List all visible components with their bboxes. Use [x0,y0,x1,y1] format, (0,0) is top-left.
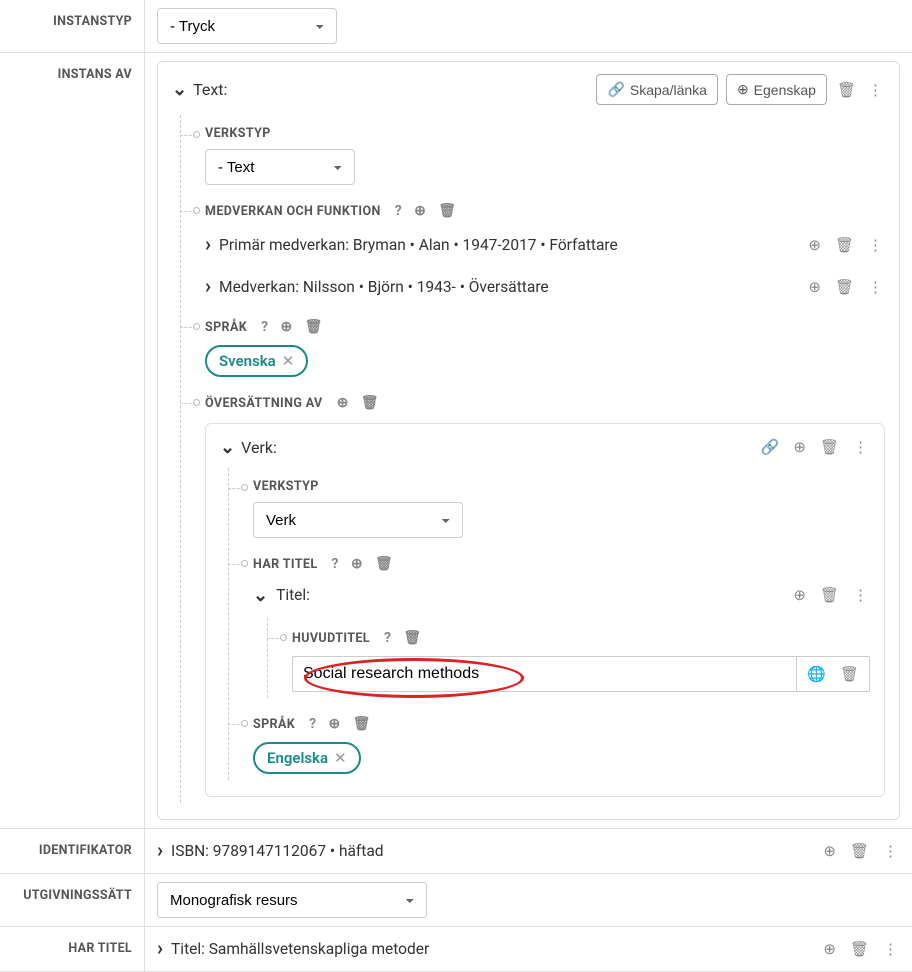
link-icon: 🔗 [607,81,624,98]
section-sprak: SPRÅK ? ⊕ 🗑 [205,317,325,337]
panel-title-text: Text: [193,80,227,99]
plus-icon[interactable]: ⊕ [806,234,823,256]
globe-icon[interactable]: 🌐 [805,663,828,685]
chevron-down-icon[interactable] [253,585,268,606]
field-label-utgivningssatt: UTGIVNINGSSÄTT [0,874,145,926]
section-huvudtitel: HUVUDTITEL ? 🗑 [292,628,424,648]
verk-verkstyp-select[interactable]: Verk [253,502,463,538]
plus-icon[interactable]: ⊕ [806,276,823,298]
section-medverkan: MEDVERKAN OCH FUNKTION ? ⊕ 🗑 [205,201,458,221]
huvudtitel-input[interactable] [292,656,797,692]
plus-icon[interactable]: ⊕ [349,554,365,574]
section-oversattning: ÖVERSÄTTNING AV ⊕ 🗑 [205,393,381,413]
plus-icon[interactable]: ⊕ [821,840,838,862]
trash-icon[interactable]: 🗑 [848,840,871,862]
link-icon[interactable]: 🔗 [759,436,782,458]
more-icon[interactable]: ⋮ [866,276,885,298]
trash-icon[interactable]: 🗑 [351,714,373,734]
plus-icon[interactable]: ⊕ [791,436,808,458]
section-hartitel-nested: HAR TITEL ? ⊕ 🗑 [253,554,395,574]
more-icon[interactable]: ⋮ [866,234,885,256]
help-icon[interactable]: ? [393,201,404,221]
help-icon[interactable]: ? [382,628,393,648]
plus-circle-icon: ⊕ [737,81,749,98]
trash-icon[interactable]: 🗑 [833,276,856,298]
chevron-down-icon[interactable] [172,79,187,100]
section-sprak-nested: SPRÅK ? ⊕ 🗑 [253,714,373,734]
plus-icon[interactable]: ⊕ [326,714,342,734]
plus-icon[interactable]: ⊕ [412,201,428,221]
help-icon[interactable]: ? [330,554,341,574]
language-pill-svenska[interactable]: Svenska ✕ [205,345,308,377]
more-icon[interactable]: ⋮ [851,584,870,606]
hartitel-line[interactable]: Titel: Samhällsvetenskapliga metoder [171,940,429,958]
trash-icon[interactable]: 🗑 [303,317,325,337]
trash-icon[interactable]: 🗑 [848,938,871,960]
trash-icon[interactable]: 🗑 [835,79,858,101]
instansav-panel: Text: 🔗 Skapa/länka ⊕ Egenskap 🗑 ⋮ [157,61,900,820]
utgivningssatt-select[interactable]: Monografisk resurs [157,882,427,918]
help-icon[interactable]: ? [259,317,270,337]
trash-icon[interactable]: 🗑 [401,628,423,648]
plus-icon[interactable]: ⊕ [278,317,294,337]
egenskap-button[interactable]: ⊕ Egenskap [726,74,827,105]
plus-icon[interactable]: ⊕ [791,584,808,606]
help-icon[interactable]: ? [307,714,318,734]
verk-title: Verk: [241,438,277,457]
skapa-lanka-button[interactable]: 🔗 Skapa/länka [596,74,718,105]
plus-icon[interactable]: ⊕ [821,938,838,960]
field-label-identifikator: IDENTIFIKATOR [0,829,145,873]
trash-icon[interactable]: 🗑 [833,234,856,256]
language-pill-engelska[interactable]: Engelska ✕ [253,742,361,774]
more-icon[interactable]: ⋮ [881,938,900,960]
primar-medverkan-line[interactable]: Primär medverkan: Bryman • Alan • 1947-2… [219,236,618,254]
trash-icon[interactable]: 🗑 [436,201,458,221]
trash-icon[interactable]: 🗑 [373,554,395,574]
chevron-right-icon[interactable] [157,937,163,961]
field-label-instanstyp: INSTANSTYP [0,0,145,52]
more-icon[interactable]: ⋮ [881,840,900,862]
plus-icon[interactable]: ⊕ [335,393,351,413]
field-label-hartitel: HAR TITEL [0,927,145,971]
trash-icon[interactable]: 🗑 [838,663,861,685]
more-icon[interactable]: ⋮ [851,436,870,458]
trash-icon[interactable]: 🗑 [818,584,841,606]
section-verkstyp-nested: VERKSTYP [253,479,319,494]
verk-panel: Verk: 🔗 ⊕ 🗑 ⋮ [205,423,885,797]
more-icon[interactable]: ⋮ [866,79,885,101]
remove-pill-icon[interactable]: ✕ [282,352,295,370]
field-label-instansav: INSTANS AV [0,53,145,828]
section-verkstyp: VERKSTYP [205,126,271,141]
medverkan-line[interactable]: Medverkan: Nilsson • Björn • 1943- • Öve… [219,278,549,296]
chevron-right-icon[interactable] [205,233,211,257]
instanstyp-select[interactable]: - Tryck [157,8,337,44]
remove-pill-icon[interactable]: ✕ [334,749,347,767]
trash-icon[interactable]: 🗑 [818,436,841,458]
identifikator-line[interactable]: ISBN: 9789147112067 • häftad [171,842,384,860]
trash-icon[interactable]: 🗑 [359,393,381,413]
chevron-right-icon[interactable] [205,275,211,299]
titel-line: Titel: [276,586,310,604]
verkstyp-select[interactable]: - Text [205,149,355,185]
chevron-down-icon[interactable] [220,437,235,458]
chevron-right-icon[interactable] [157,839,163,863]
